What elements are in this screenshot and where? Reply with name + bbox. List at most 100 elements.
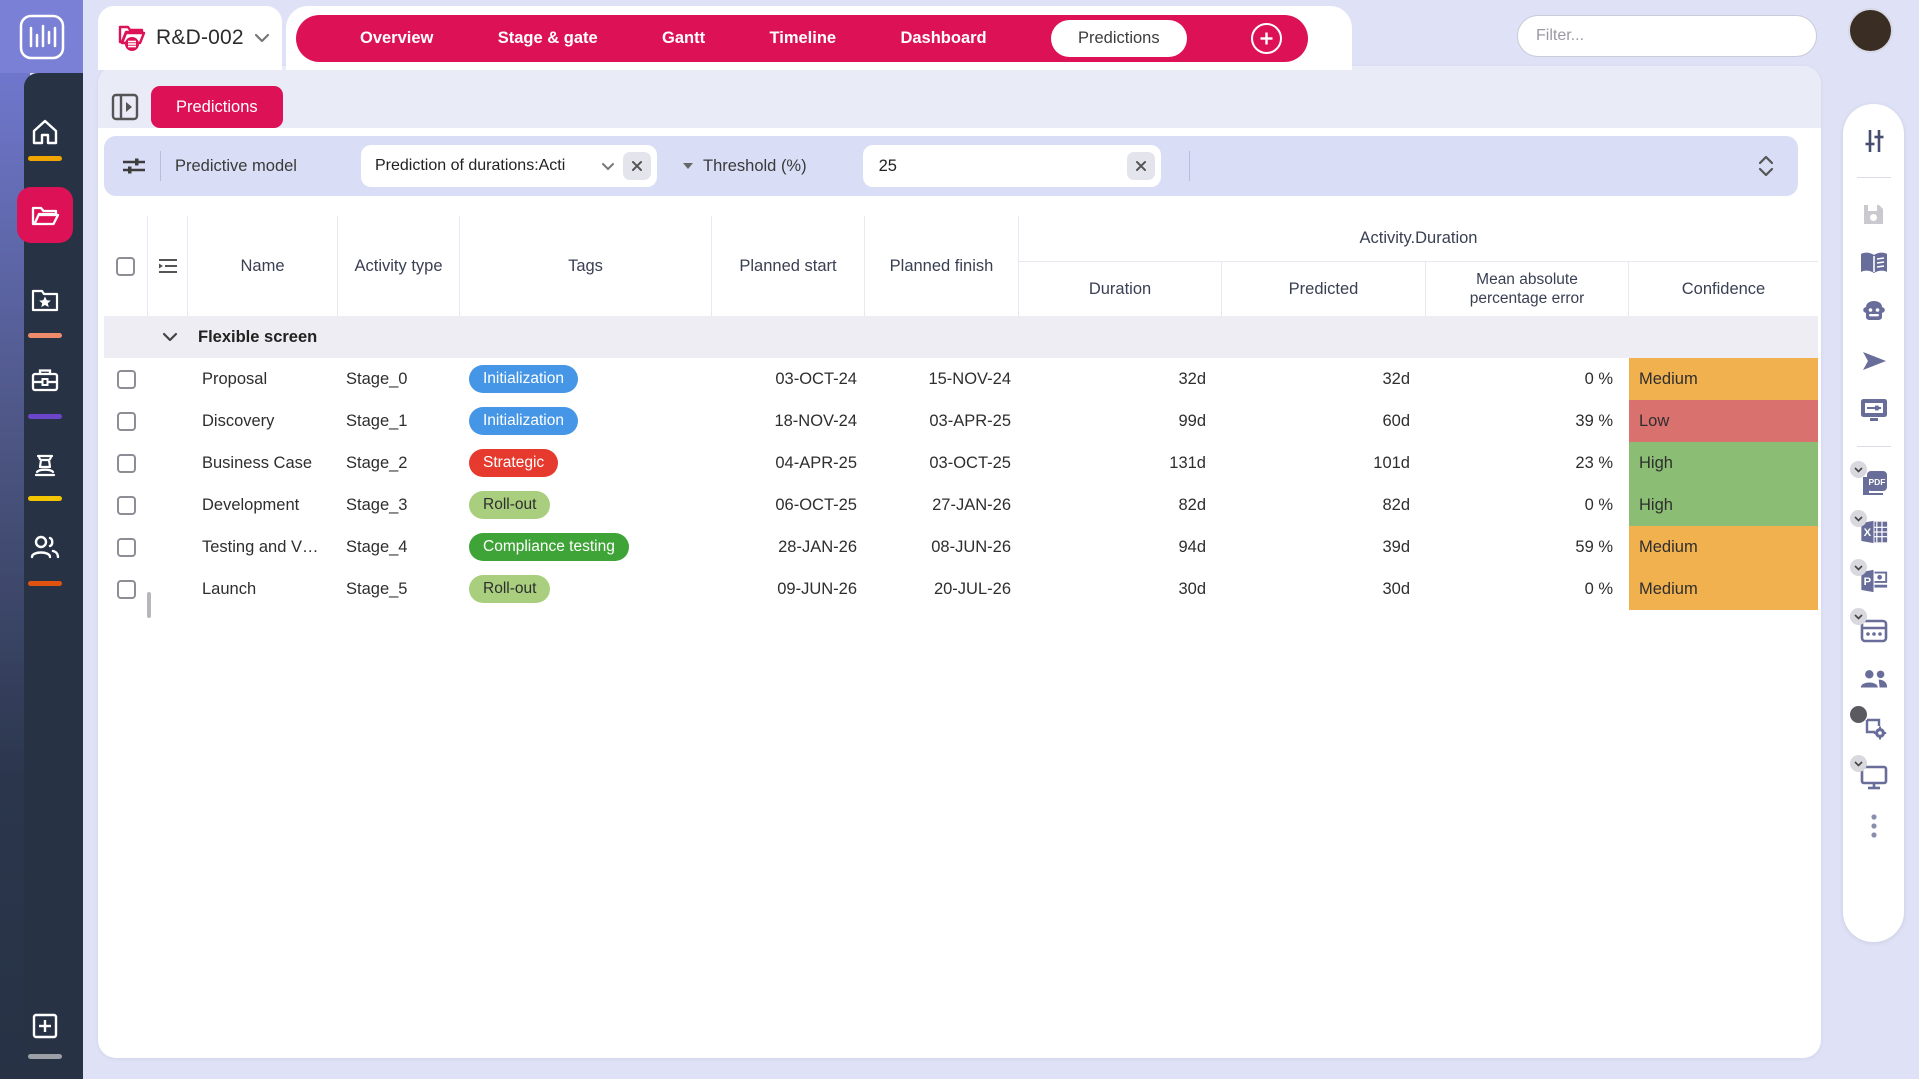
tool-monitor-button[interactable] (1859, 762, 1889, 792)
predictive-model-filter-bar: Predictive model Prediction of durations… (104, 136, 1798, 196)
chevron-badge[interactable] (1850, 755, 1867, 772)
sidebar-item-add[interactable] (17, 998, 73, 1054)
sidebar-item-portfolio[interactable] (17, 352, 73, 408)
cell-duration: 94d (1019, 538, 1222, 557)
nav-tab-overview[interactable]: Overview (360, 29, 433, 48)
tune-icon[interactable] (120, 154, 148, 178)
cell-planned-start: 04-APR-25 (712, 454, 865, 473)
row-checkbox[interactable] (117, 580, 136, 599)
chevron-badge[interactable] (1850, 608, 1867, 625)
tool-resources-button[interactable] (1859, 664, 1889, 694)
threshold-input[interactable] (867, 157, 1127, 176)
chevron-badge[interactable] (1850, 461, 1867, 478)
row-checkbox[interactable] (117, 370, 136, 389)
app-logo[interactable] (0, 0, 83, 73)
book-icon (1859, 251, 1889, 275)
col-header-duration[interactable]: Duration (1019, 262, 1222, 316)
tool-save-button[interactable] (1859, 199, 1889, 229)
col-header-name[interactable]: Name (188, 216, 338, 316)
nav-tab-gantt[interactable]: Gantt (662, 29, 705, 48)
tool-export-ppt-button[interactable]: P (1859, 566, 1889, 596)
table-row[interactable]: Development Stage_3 Roll-out 06-OCT-25 2… (104, 484, 1818, 526)
clear-threshold-button[interactable] (1127, 152, 1155, 180)
indent-icon[interactable] (157, 257, 179, 275)
row-checkbox[interactable] (117, 496, 136, 515)
sidebar-item-projects[interactable] (17, 187, 73, 243)
table-row[interactable]: Business Case Stage_2 Strategic 04-APR-2… (104, 442, 1818, 484)
sidebar-item-resources[interactable] (17, 519, 73, 575)
nav-tab-predictions[interactable]: Predictions (1051, 20, 1187, 57)
open-folder-icon (29, 199, 61, 231)
tool-calendar-button[interactable] (1859, 615, 1889, 645)
save-icon (1860, 201, 1887, 228)
col-header-mape[interactable]: Mean absolutepercentage error (1426, 262, 1629, 316)
threshold-label: Threshold (%) (703, 157, 807, 176)
model-select[interactable]: Prediction of durations:Acti (361, 145, 657, 187)
cell-name: Testing and V… (188, 538, 338, 557)
cell-mape: 39 % (1426, 412, 1629, 431)
clear-model-button[interactable] (623, 152, 651, 180)
cell-planned-start: 28-JAN-26 (712, 538, 865, 557)
table-row[interactable]: Launch Stage_5 Roll-out 09-JUN-26 20-JUL… (104, 568, 1818, 610)
cell-predicted: 82d (1222, 496, 1426, 515)
sidebar-underline (28, 496, 62, 501)
table-row[interactable]: Testing and V… Stage_4 Compliance testin… (104, 526, 1818, 568)
user-avatar[interactable] (1848, 8, 1893, 53)
project-selector[interactable]: R&D-002 (98, 6, 282, 70)
predictions-button[interactable]: Predictions (151, 86, 283, 128)
col-header-confidence[interactable]: Confidence (1629, 262, 1818, 316)
nav-tab-dashboard[interactable]: Dashboard (900, 29, 986, 48)
row-checkbox[interactable] (117, 412, 136, 431)
collapse-chevron-icon[interactable] (162, 332, 178, 342)
table-row[interactable]: Discovery Stage_1 Initialization 18-NOV-… (104, 400, 1818, 442)
scrollbar-thumb[interactable] (147, 592, 151, 618)
col-header-tags[interactable]: Tags (460, 216, 712, 316)
cell-confidence: Medium (1629, 358, 1818, 400)
cell-planned-start: 03-OCT-24 (712, 370, 865, 389)
row-checkbox[interactable] (117, 538, 136, 557)
tune-vertical-icon (1861, 128, 1887, 154)
filter-input[interactable] (1517, 15, 1817, 57)
cell-name: Development (188, 496, 338, 515)
tool-workflow-button[interactable] (1859, 713, 1889, 743)
filter-bar-expander[interactable] (1758, 155, 1774, 177)
cell-duration: 82d (1019, 496, 1222, 515)
cell-activity-type: Stage_3 (338, 496, 460, 515)
cell-activity-type: Stage_0 (338, 370, 460, 389)
cell-activity-type: Stage_1 (338, 412, 460, 431)
tag-pill: Compliance testing (469, 533, 629, 561)
threshold-caret-icon[interactable] (683, 163, 693, 169)
sidebar-item-favorites[interactable] (17, 272, 73, 328)
sidebar-item-stage-gate[interactable] (17, 437, 73, 493)
cell-predicted: 32d (1222, 370, 1426, 389)
select-all-checkbox[interactable] (116, 257, 135, 276)
group-row[interactable]: Flexible screen (104, 316, 1818, 358)
col-header-predicted[interactable]: Predicted (1222, 262, 1426, 316)
model-select-value: Prediction of durations:Acti (375, 157, 593, 175)
tool-assistant-button[interactable] (1859, 297, 1889, 327)
tool-send-button[interactable] (1859, 346, 1889, 376)
nav-tab-stage-gate[interactable]: Stage & gate (498, 29, 598, 48)
tool-docs-button[interactable] (1859, 248, 1889, 278)
cell-duration: 32d (1019, 370, 1222, 389)
cell-mape: 23 % (1426, 454, 1629, 473)
tool-export-excel-button[interactable]: X (1859, 517, 1889, 547)
sidebar-item-home[interactable] (17, 104, 73, 160)
row-checkbox[interactable] (117, 454, 136, 473)
cell-mape: 0 % (1426, 580, 1629, 599)
col-header-planned-finish[interactable]: Planned finish (865, 216, 1019, 316)
add-view-button[interactable] (1251, 23, 1282, 54)
nav-tab-timeline[interactable]: Timeline (769, 29, 836, 48)
collapse-panel-button[interactable] (110, 92, 140, 122)
home-icon (30, 117, 60, 147)
table-row[interactable]: Proposal Stage_0 Initialization 03-OCT-2… (104, 358, 1818, 400)
col-header-planned-start[interactable]: Planned start (712, 216, 865, 316)
chevron-badge[interactable] (1850, 510, 1867, 527)
tool-more-button[interactable] (1859, 811, 1889, 841)
tool-tune-button[interactable] (1859, 126, 1889, 156)
chevron-badge[interactable] (1850, 559, 1867, 576)
col-header-activity-type[interactable]: Activity type (338, 216, 460, 316)
tool-export-pdf-button[interactable]: PDF (1859, 468, 1889, 498)
add-square-icon (30, 1011, 60, 1041)
tool-display-settings-button[interactable] (1859, 395, 1889, 425)
